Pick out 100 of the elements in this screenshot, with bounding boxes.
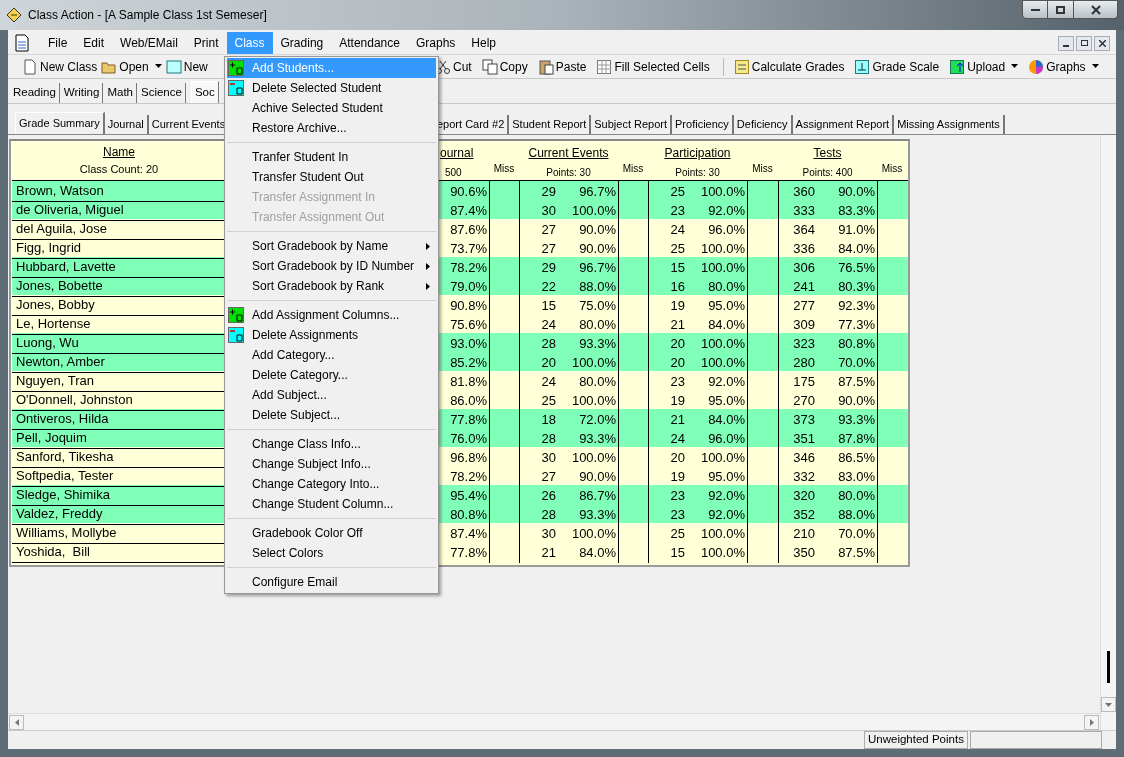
toolbar-button[interactable]: Open bbox=[99, 55, 164, 78]
menu-entry[interactable]: Tranfer Student In bbox=[227, 147, 436, 167]
table-cell-text: 70.0% bbox=[837, 353, 876, 372]
menu-item[interactable]: Graphs bbox=[407, 32, 464, 54]
table-cell: 15 bbox=[648, 542, 687, 563]
clipboard-icon bbox=[537, 58, 554, 75]
subject-tab[interactable]: Math bbox=[104, 83, 137, 103]
table-cell-text: 90.0% bbox=[837, 182, 876, 201]
mdi-close-button[interactable] bbox=[1094, 35, 1110, 51]
table-cell-text: 75.0% bbox=[578, 296, 617, 315]
window-title: Class Action - [A Sample Class 1st Semeser] bbox=[28, 7, 267, 24]
column-header: Current Events bbox=[528, 144, 609, 162]
table-cell-text: 78.2% bbox=[449, 258, 488, 277]
table-cell-text: 93.0% bbox=[449, 334, 488, 353]
calculator-icon bbox=[733, 58, 750, 75]
table-cell: 350 bbox=[778, 542, 817, 563]
table-cell-text: 84.0% bbox=[837, 239, 876, 258]
menu-item[interactable]: File bbox=[40, 32, 76, 54]
document-icon bbox=[14, 34, 30, 52]
toolbar-button[interactable]: Paste bbox=[534, 55, 590, 78]
subject-tab[interactable]: Reading bbox=[10, 83, 60, 103]
report-tab[interactable]: Grade Summary bbox=[15, 112, 105, 134]
mdi-minimize-button[interactable] bbox=[1058, 35, 1074, 51]
table-cell-text: 100.0% bbox=[570, 201, 617, 220]
menu-entry[interactable]: Achive Selected Student bbox=[227, 98, 436, 118]
menu-entry[interactable]: Gradebook Color Off bbox=[227, 523, 436, 543]
menu-item[interactable]: Web/EMail bbox=[112, 32, 186, 54]
table-cell-text: 90.8% bbox=[449, 296, 488, 315]
points-label: Points: 400 bbox=[802, 165, 853, 180]
table-cell-text: 87.5% bbox=[837, 543, 876, 562]
table-cell-text: 87.4% bbox=[449, 201, 488, 220]
menu-item[interactable]: Attendance bbox=[331, 32, 408, 54]
menu-entry[interactable]: Sort Gradebook by ID Number bbox=[227, 256, 436, 276]
menu-entry[interactable]: Sort Gradebook by Name bbox=[227, 236, 436, 256]
subject-tab[interactable]: Soc bbox=[190, 81, 219, 103]
page-icon bbox=[22, 58, 38, 75]
close-icon bbox=[1098, 39, 1106, 47]
menu-item[interactable]: Help bbox=[463, 32, 504, 54]
points-label: Points: 30 bbox=[546, 165, 591, 180]
toolbar-button[interactable]: Calculate Grades bbox=[730, 55, 848, 78]
mdi-restore-button[interactable] bbox=[1076, 35, 1092, 51]
add-person-icon bbox=[228, 60, 244, 76]
menu-entry[interactable]: Sort Gradebook by Rank bbox=[227, 276, 436, 296]
table-cell-text: 90.0% bbox=[578, 220, 617, 239]
new-item-icon bbox=[165, 58, 182, 75]
toolbar-button[interactable]: Grade Scale bbox=[851, 55, 943, 78]
miss-label: Miss bbox=[752, 162, 773, 176]
table-cell-text: 76.0% bbox=[449, 429, 488, 448]
vertical-scrollbar[interactable] bbox=[1100, 135, 1116, 730]
toolbar-button[interactable]: Upload bbox=[946, 55, 1022, 78]
minimize-button[interactable] bbox=[1022, 0, 1048, 19]
copy-icon bbox=[481, 58, 498, 75]
table-cell-text: 96.7% bbox=[578, 258, 617, 277]
menu-item[interactable]: Print bbox=[185, 32, 227, 54]
submenu-arrow-icon bbox=[426, 262, 430, 270]
menu-item[interactable]: Edit bbox=[75, 32, 113, 54]
table-cell-text: 86.7% bbox=[578, 486, 617, 505]
toolbar-button[interactable]: Copy bbox=[478, 55, 531, 78]
menu-entry[interactable]: Delete Selected Student bbox=[227, 78, 436, 98]
menu-item[interactable]: Grading bbox=[272, 32, 332, 54]
table-cell-text: 87.5% bbox=[837, 372, 876, 391]
toolbar-button[interactable]: Fill Selected Cells bbox=[593, 55, 713, 78]
table-cell-text: 77.8% bbox=[449, 543, 488, 562]
subject-tab[interactable]: Science bbox=[138, 83, 186, 103]
table-cell-text: 92.0% bbox=[707, 372, 746, 391]
table-cell-text: 78.2% bbox=[449, 467, 488, 486]
table-cell-text: 70.0% bbox=[837, 524, 876, 543]
horizontal-scrollbar[interactable] bbox=[8, 713, 1100, 730]
menu-entry[interactable]: Select Colors bbox=[227, 543, 436, 563]
table-cell-text: 100.0% bbox=[699, 524, 746, 543]
table-cell-text: 80.3% bbox=[837, 277, 876, 296]
table-cell-text: 95.0% bbox=[707, 296, 746, 315]
table-cell-text: 93.3% bbox=[837, 410, 876, 429]
table-cell-text: 83.3% bbox=[837, 201, 876, 220]
table-cell-text: 90.0% bbox=[578, 239, 617, 258]
table-cell-text: 81.8% bbox=[449, 372, 488, 391]
menu-entry[interactable]: Configure Email bbox=[227, 572, 436, 592]
table-cell-text: 73.7% bbox=[449, 239, 488, 258]
column-header: ournal bbox=[440, 144, 474, 162]
table-cell-text: 88.0% bbox=[578, 277, 617, 296]
table-cell-text: 90.0% bbox=[578, 467, 617, 486]
dropdown-arrow-icon bbox=[1091, 64, 1099, 69]
subject-tab[interactable]: Writing bbox=[60, 83, 104, 103]
grid-icon bbox=[596, 58, 613, 75]
close-button[interactable] bbox=[1074, 0, 1118, 19]
table-cell-text: 100.0% bbox=[699, 334, 746, 353]
table-cell-text: 96.0% bbox=[707, 220, 746, 239]
toolbar-button[interactable]: New Class bbox=[20, 55, 100, 78]
scroll-left-icon[interactable] bbox=[14, 718, 19, 726]
scroll-down-icon[interactable] bbox=[1105, 702, 1112, 707]
scroll-right-icon[interactable] bbox=[1089, 718, 1094, 726]
table-cell-text: 85.2% bbox=[449, 353, 488, 372]
table-cell-text: 100.0% bbox=[699, 239, 746, 258]
toolbar-button[interactable]: New bbox=[163, 55, 210, 78]
restore-button[interactable] bbox=[1048, 0, 1074, 19]
table-cell-text: 100.0% bbox=[570, 391, 617, 410]
toolbar-button[interactable]: Graphs bbox=[1025, 55, 1102, 78]
miss-label: Miss bbox=[881, 162, 903, 176]
table-cell-text: 77.8% bbox=[449, 410, 488, 429]
miss-label: Miss bbox=[493, 162, 515, 176]
